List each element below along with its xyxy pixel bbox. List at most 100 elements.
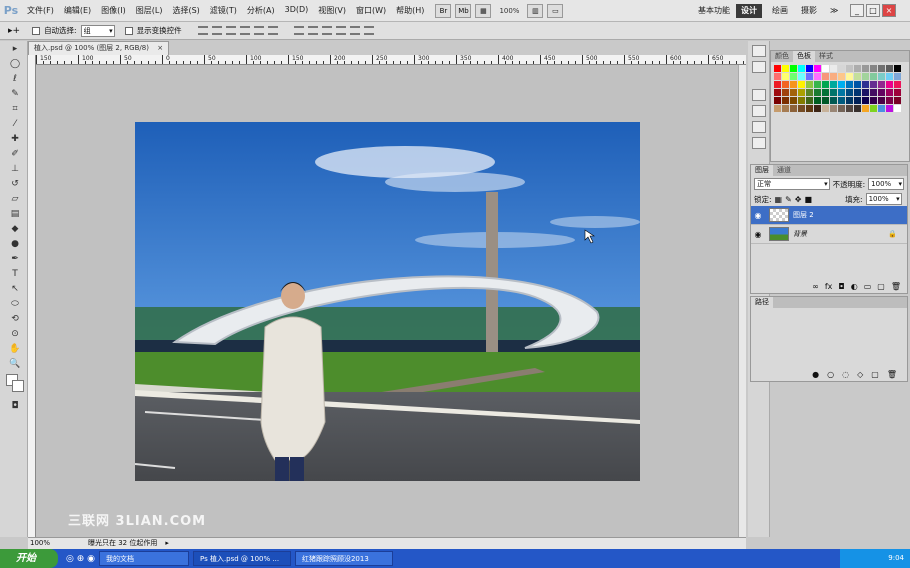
mask-icon[interactable] — [752, 105, 766, 117]
taskbar-item[interactable]: Ps 植入.psd @ 100% ... — [192, 551, 291, 566]
menu-item[interactable]: 窗口(W) — [351, 5, 391, 16]
tab-swatches[interactable]: 色板 — [793, 51, 815, 62]
swatch[interactable] — [894, 65, 901, 72]
swatch[interactable] — [806, 97, 813, 104]
brush-tool-icon[interactable]: ✐ — [8, 147, 22, 161]
swatch[interactable] — [822, 89, 829, 96]
delete-layer-icon[interactable]: 🗑 — [891, 282, 901, 291]
swatch[interactable] — [782, 73, 789, 80]
swatch[interactable] — [862, 89, 869, 96]
align-top-icon[interactable] — [197, 26, 208, 35]
swatch[interactable] — [862, 81, 869, 88]
layer-row[interactable]: ◉ 图层 2 — [751, 206, 907, 225]
swatch[interactable] — [846, 81, 853, 88]
layer-row[interactable]: ◉ 背景 🔒 — [751, 225, 907, 244]
type-tool-icon[interactable]: T — [8, 267, 22, 281]
vertical-scrollbar[interactable] — [738, 65, 746, 537]
color-swatches[interactable] — [0, 372, 27, 398]
3d-rotate-tool-icon[interactable]: ⟲ — [8, 312, 22, 326]
swatch[interactable] — [790, 97, 797, 104]
swatch-grid[interactable] — [771, 62, 909, 115]
lock-position-icon[interactable]: ✥ — [795, 195, 802, 204]
swatch[interactable] — [774, 65, 781, 72]
swatch[interactable] — [782, 97, 789, 104]
swatch[interactable] — [838, 65, 845, 72]
menu-item[interactable]: 视图(V) — [313, 5, 351, 16]
swatch[interactable] — [870, 89, 877, 96]
swatch[interactable] — [830, 89, 837, 96]
swatch[interactable] — [870, 81, 877, 88]
swatch[interactable] — [814, 97, 821, 104]
swatch[interactable] — [886, 73, 893, 80]
fill-input[interactable]: 100% — [865, 193, 902, 205]
swatch[interactable] — [830, 73, 837, 80]
swatch[interactable] — [814, 105, 821, 112]
swatch[interactable] — [790, 89, 797, 96]
brush-preset-icon[interactable] — [752, 121, 766, 133]
swatch[interactable] — [878, 89, 885, 96]
visibility-eye-icon[interactable]: ◉ — [751, 230, 765, 239]
swatch[interactable] — [870, 65, 877, 72]
menu-item[interactable]: 3D(D) — [280, 5, 314, 16]
swatch[interactable] — [886, 81, 893, 88]
align-left-icon[interactable] — [239, 26, 250, 35]
swatch[interactable] — [838, 81, 845, 88]
swatch[interactable] — [822, 73, 829, 80]
menu-item[interactable]: 文件(F) — [22, 5, 59, 16]
swatch[interactable] — [814, 89, 821, 96]
status-zoom[interactable]: 100% — [28, 538, 58, 549]
zoom-level-select[interactable]: 100% — [499, 7, 519, 15]
swatch[interactable] — [790, 81, 797, 88]
distribute-top-icon[interactable] — [293, 26, 304, 35]
swatch[interactable] — [774, 97, 781, 104]
layer-name[interactable]: 图层 2 — [793, 210, 814, 220]
distribute-bottom-icon[interactable] — [321, 26, 332, 35]
swatch[interactable] — [830, 97, 837, 104]
swatch[interactable] — [878, 97, 885, 104]
marquee-tool-icon[interactable]: ◯ — [8, 57, 22, 71]
menu-item[interactable]: 滤镜(T) — [205, 5, 242, 16]
swatch[interactable] — [894, 81, 901, 88]
layer-name[interactable]: 背景 — [793, 229, 807, 239]
swatch[interactable] — [798, 73, 805, 80]
swatch[interactable] — [846, 89, 853, 96]
swatch[interactable] — [830, 65, 837, 72]
shape-tool-icon[interactable]: ⬭ — [8, 297, 22, 311]
distribute-left-icon[interactable] — [335, 26, 346, 35]
lasso-tool-icon[interactable]: ℓ — [8, 72, 22, 86]
swatch[interactable] — [822, 81, 829, 88]
dodge-tool-icon[interactable]: ● — [8, 237, 22, 251]
swatch[interactable] — [846, 65, 853, 72]
swatch[interactable] — [782, 89, 789, 96]
new-layer-icon[interactable]: ▢ — [877, 282, 885, 291]
lock-image-icon[interactable]: ✎ — [785, 195, 792, 204]
hand-tool-icon[interactable]: ✋ — [8, 342, 22, 356]
workspace-more-button[interactable]: ≫ — [825, 4, 843, 18]
swatch[interactable] — [774, 89, 781, 96]
healing-tool-icon[interactable]: ✚ — [8, 132, 22, 146]
swatch[interactable] — [822, 65, 829, 72]
add-mask-icon[interactable]: ◘ — [838, 282, 844, 291]
swatch[interactable] — [806, 73, 813, 80]
swatch[interactable] — [782, 65, 789, 72]
swatch[interactable] — [878, 73, 885, 80]
swatch[interactable] — [798, 97, 805, 104]
menu-item[interactable]: 帮助(H) — [391, 5, 429, 16]
quick-mask-icon[interactable]: ◘ — [8, 399, 22, 413]
menu-item[interactable]: 图层(L) — [131, 5, 168, 16]
load-selection-icon[interactable]: ◌ — [842, 370, 849, 379]
tab-color[interactable]: 颜色 — [771, 51, 793, 62]
arrange-docs-icon[interactable]: ▥ — [527, 3, 544, 18]
swatch[interactable] — [774, 105, 781, 112]
opacity-input[interactable]: 100% — [868, 178, 904, 190]
swatch[interactable] — [838, 105, 845, 112]
swatch[interactable] — [862, 73, 869, 80]
swatch[interactable] — [894, 73, 901, 80]
workspace-photography[interactable]: 摄影 — [796, 4, 822, 18]
swatch[interactable] — [782, 105, 789, 112]
tab-layers[interactable]: 图层 — [751, 165, 773, 176]
clone-stamp-tool-icon[interactable]: ⊥ — [8, 162, 22, 176]
zoom-tool-icon[interactable]: 🔍 — [8, 357, 22, 371]
info-icon[interactable] — [752, 61, 766, 73]
delete-path-icon[interactable]: 🗑 — [887, 370, 897, 379]
